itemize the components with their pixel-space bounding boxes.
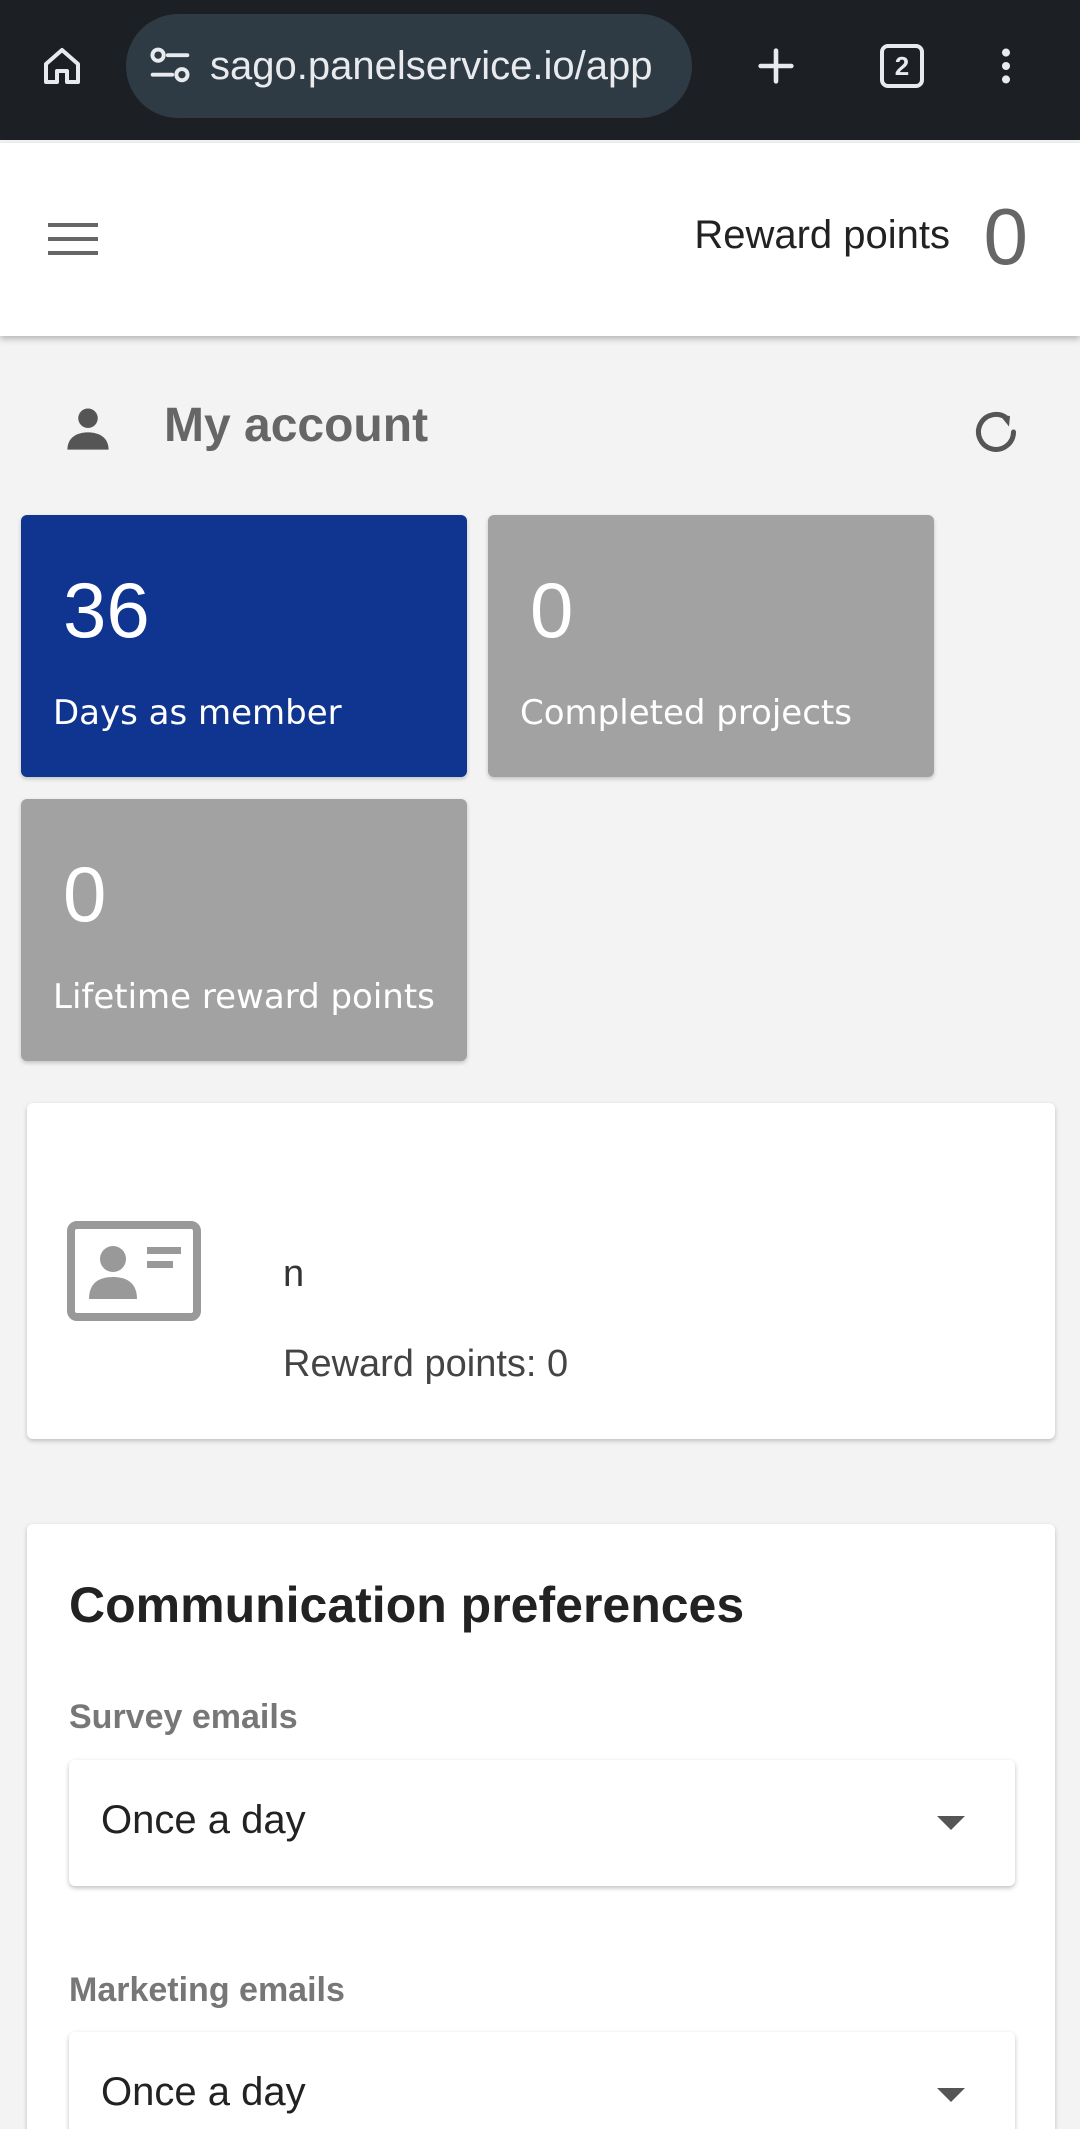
preferences-title: Communication preferences bbox=[69, 1577, 745, 1633]
select-value: Once a day bbox=[101, 2070, 306, 2114]
url-text: sago.panelservice.io/app bbox=[210, 44, 653, 88]
stat-value: 0 bbox=[63, 850, 107, 938]
stat-label: Completed projects bbox=[520, 693, 852, 733]
more-vert-icon[interactable] bbox=[980, 40, 1032, 92]
reward-points-value: 0 bbox=[983, 192, 1029, 281]
survey-emails-select[interactable]: Once a day bbox=[69, 1760, 1015, 1886]
profile-name: n bbox=[283, 1253, 305, 1295]
tab-switcher-icon[interactable]: 2 bbox=[880, 44, 924, 88]
stat-days-as-member: 36 Days as member bbox=[21, 515, 467, 777]
person-icon bbox=[67, 408, 109, 450]
profile-reward-points: Reward points: 0 bbox=[283, 1343, 569, 1385]
preferences-card: Communication preferences Survey emails … bbox=[27, 1524, 1055, 2129]
chevron-down-icon bbox=[937, 2088, 965, 2102]
select-value: Once a day bbox=[101, 1798, 306, 1842]
stat-label: Days as member bbox=[53, 693, 342, 733]
app-header: Reward points 0 bbox=[0, 143, 1080, 336]
reward-points-label: Reward points bbox=[694, 213, 950, 257]
chevron-down-icon bbox=[937, 1816, 965, 1830]
site-info-icon[interactable] bbox=[144, 40, 196, 92]
stat-value: 0 bbox=[530, 566, 574, 654]
menu-icon[interactable] bbox=[40, 209, 106, 269]
stat-label: Lifetime reward points bbox=[53, 977, 435, 1017]
stat-completed-projects: 0 Completed projects bbox=[488, 515, 934, 777]
home-icon[interactable] bbox=[36, 40, 88, 92]
id-card-icon bbox=[67, 1221, 201, 1321]
stat-value: 36 bbox=[63, 566, 150, 654]
profile-card: n Reward points: 0 bbox=[27, 1103, 1055, 1439]
stat-lifetime-reward-points: 0 Lifetime reward points bbox=[21, 799, 467, 1061]
browser-toolbar: sago.panelservice.io/app 2 bbox=[0, 0, 1080, 140]
survey-emails-label: Survey emails bbox=[69, 1698, 298, 1736]
marketing-emails-select[interactable]: Once a day bbox=[69, 2032, 1015, 2129]
page-title: My account bbox=[164, 399, 429, 452]
refresh-icon[interactable] bbox=[966, 402, 1026, 462]
account-header: My account bbox=[0, 386, 1080, 466]
new-tab-icon[interactable] bbox=[750, 40, 802, 92]
address-bar[interactable]: sago.panelservice.io/app bbox=[126, 14, 692, 118]
marketing-emails-label: Marketing emails bbox=[69, 1971, 345, 2009]
